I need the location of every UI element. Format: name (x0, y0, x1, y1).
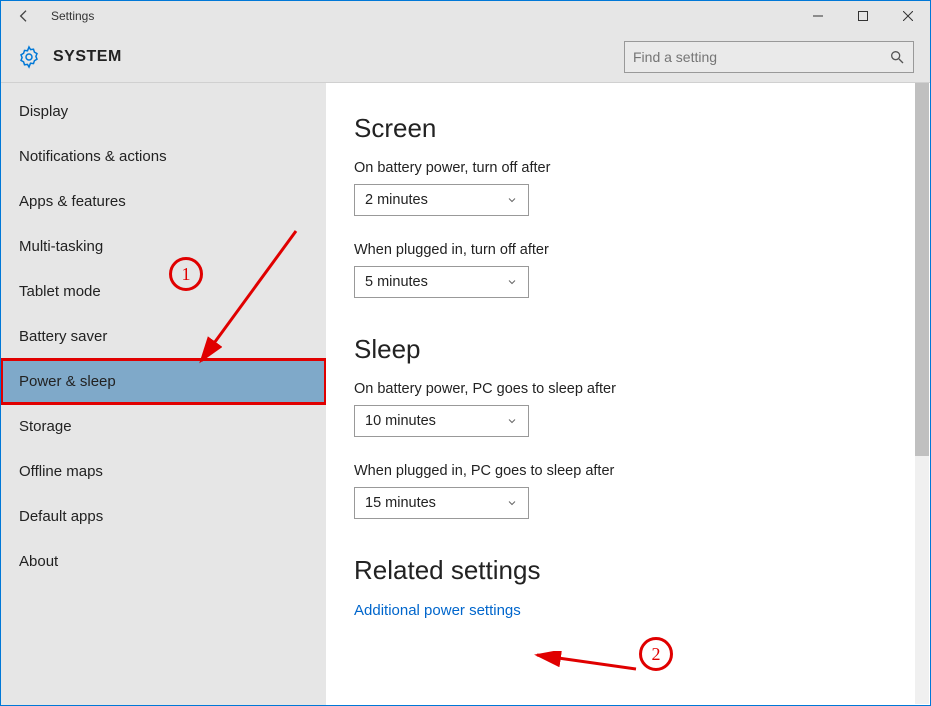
select-value: 15 minutes (365, 495, 506, 511)
window-controls (795, 1, 930, 31)
sidebar-item-label: About (19, 553, 58, 570)
header: SYSTEM (1, 31, 930, 83)
sleep-plugged-select[interactable]: 15 minutes (354, 487, 529, 519)
close-button[interactable] (885, 1, 930, 31)
sidebar-item-label: Tablet mode (19, 283, 101, 300)
scrollbar-thumb[interactable] (915, 83, 929, 456)
additional-power-settings-link[interactable]: Additional power settings (354, 602, 521, 619)
maximize-button[interactable] (840, 1, 885, 31)
titlebar: Settings (1, 1, 930, 31)
arrow-left-icon (16, 8, 32, 24)
minimize-icon (813, 11, 823, 21)
sidebar-item-label: Apps & features (19, 193, 126, 210)
sidebar-item-storage[interactable]: Storage (1, 404, 326, 449)
sidebar: Display Notifications & actions Apps & f… (1, 83, 326, 705)
sidebar-item-label: Multi-tasking (19, 238, 103, 255)
scrollbar[interactable] (915, 83, 929, 704)
sidebar-item-label: Display (19, 103, 68, 120)
back-button[interactable] (1, 1, 47, 31)
sidebar-item-notifications[interactable]: Notifications & actions (1, 134, 326, 179)
sidebar-item-offline-maps[interactable]: Offline maps (1, 449, 326, 494)
screen-battery-select[interactable]: 2 minutes (354, 184, 529, 216)
sidebar-item-battery[interactable]: Battery saver (1, 314, 326, 359)
gear-icon (17, 45, 41, 69)
chevron-down-icon (506, 194, 518, 206)
sidebar-item-label: Offline maps (19, 463, 103, 480)
screen-heading: Screen (354, 113, 902, 144)
sidebar-item-label: Storage (19, 418, 72, 435)
select-value: 2 minutes (365, 192, 506, 208)
sleep-plugged-label: When plugged in, PC goes to sleep after (354, 463, 902, 479)
sidebar-item-power-sleep[interactable]: Power & sleep (1, 359, 326, 404)
sidebar-item-tablet[interactable]: Tablet mode (1, 269, 326, 314)
settings-window: Settings SYSTEM Display Notific (0, 0, 931, 706)
maximize-icon (858, 11, 868, 21)
close-icon (903, 11, 913, 21)
screen-battery-label: On battery power, turn off after (354, 160, 902, 176)
search-input[interactable] (633, 49, 889, 65)
sidebar-item-label: Notifications & actions (19, 148, 167, 165)
select-value: 10 minutes (365, 413, 506, 429)
chevron-down-icon (506, 276, 518, 288)
sidebar-item-label: Power & sleep (19, 373, 116, 390)
sleep-battery-select[interactable]: 10 minutes (354, 405, 529, 437)
sleep-battery-label: On battery power, PC goes to sleep after (354, 381, 902, 397)
sidebar-item-apps[interactable]: Apps & features (1, 179, 326, 224)
sidebar-item-multitasking[interactable]: Multi-tasking (1, 224, 326, 269)
chevron-down-icon (506, 497, 518, 509)
sidebar-item-display[interactable]: Display (1, 89, 326, 134)
chevron-down-icon (506, 415, 518, 427)
page-title: SYSTEM (53, 48, 624, 66)
screen-plugged-label: When plugged in, turn off after (354, 242, 902, 258)
sidebar-item-label: Battery saver (19, 328, 107, 345)
body: Display Notifications & actions Apps & f… (1, 83, 930, 705)
search-box[interactable] (624, 41, 914, 73)
select-value: 5 minutes (365, 274, 506, 290)
window-title: Settings (47, 9, 795, 23)
sidebar-item-about[interactable]: About (1, 539, 326, 584)
sidebar-item-label: Default apps (19, 508, 103, 525)
search-icon (889, 49, 905, 65)
sidebar-item-default-apps[interactable]: Default apps (1, 494, 326, 539)
related-heading: Related settings (354, 555, 902, 586)
minimize-button[interactable] (795, 1, 840, 31)
screen-plugged-select[interactable]: 5 minutes (354, 266, 529, 298)
sleep-heading: Sleep (354, 334, 902, 365)
content: Screen On battery power, turn off after … (326, 83, 930, 705)
